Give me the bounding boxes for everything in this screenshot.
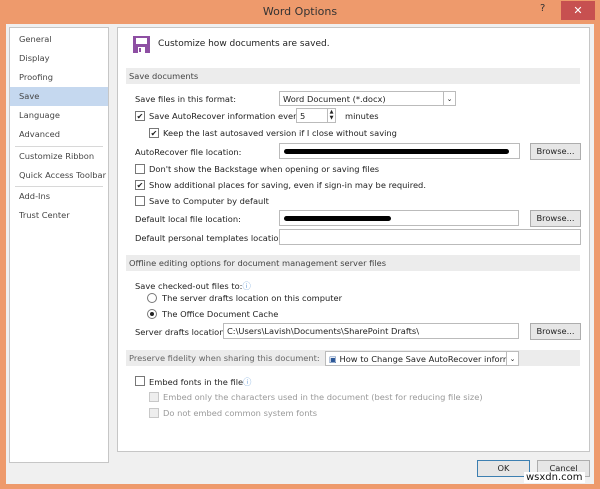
sidebar-item-add-ins[interactable]: Add-Ins: [10, 187, 108, 206]
backstage-label: Don't show the Backstage when opening or…: [149, 164, 380, 174]
keep-autosaved-label: Keep the last autosaved version if I clo…: [163, 128, 397, 138]
autorecover-label: Save AutoRecover information every: [149, 111, 302, 121]
embed-only-chars-label: Embed only the characters used in the do…: [163, 392, 483, 402]
spinner-arrows-icon[interactable]: ▲ ▼: [327, 109, 335, 122]
section-offline: Offline editing options for document man…: [126, 255, 580, 271]
chevron-down-icon: ⌄: [443, 92, 455, 105]
document-cache-radio-label: The Office Document Cache: [162, 309, 279, 319]
format-select[interactable]: Word Document (*.docx) ⌄: [279, 91, 456, 106]
keep-autosaved-checkbox[interactable]: ✔: [149, 128, 159, 138]
browse-local-button[interactable]: Browse...: [530, 210, 581, 227]
checked-out-label: Save checked-out files to:ⓘ: [135, 280, 251, 292]
drafts-location-label: Server drafts location:: [135, 327, 228, 337]
embed-fonts-checkbox[interactable]: [135, 376, 145, 386]
sidebar: General Display Proofing Save Language A…: [9, 27, 109, 463]
fidelity-document-select[interactable]: ▣ How to Change Save AutoRecover inform.…: [325, 351, 519, 366]
close-button[interactable]: ✕: [561, 1, 595, 20]
default-local-input[interactable]: [279, 210, 519, 226]
drafts-location-input[interactable]: C:\Users\Lavish\Documents\SharePoint Dra…: [223, 323, 519, 339]
sidebar-item-proofing[interactable]: Proofing: [10, 68, 108, 87]
format-value: Word Document (*.docx): [283, 94, 386, 104]
checked-out-text: Save checked-out files to:: [135, 281, 243, 291]
sidebar-item-advanced[interactable]: Advanced: [10, 125, 108, 144]
minutes-value: 5: [300, 111, 306, 121]
word-document-icon: ▣: [329, 354, 340, 364]
server-drafts-radio-label: The server drafts location on this compu…: [162, 293, 343, 303]
minutes-label: minutes: [345, 111, 379, 121]
page-heading: Customize how documents are saved.: [158, 39, 330, 49]
floppy-disk-icon: [133, 36, 150, 53]
info-icon: ⓘ: [243, 377, 252, 387]
additional-places-label: Show additional places for saving, even …: [149, 180, 426, 190]
embed-only-chars-checkbox[interactable]: [149, 392, 159, 402]
sidebar-item-language[interactable]: Language: [10, 106, 108, 125]
fidelity-document-value: How to Change Save AutoRecover inform...: [339, 354, 519, 364]
browse-autorecover-button[interactable]: Browse...: [530, 143, 581, 160]
sidebar-item-save[interactable]: Save: [10, 87, 108, 106]
format-label: Save files in this format:: [135, 94, 237, 104]
save-to-computer-label: Save to Computer by default: [149, 196, 269, 206]
redacted-path: [284, 149, 509, 154]
info-icon: ⓘ: [242, 281, 251, 291]
save-to-computer-checkbox[interactable]: [135, 196, 145, 206]
default-local-label: Default local file location:: [135, 214, 241, 224]
sidebar-item-customize-ribbon[interactable]: Customize Ribbon: [10, 147, 108, 166]
sidebar-item-general[interactable]: General: [10, 30, 108, 49]
document-cache-radio[interactable]: [147, 309, 157, 319]
no-common-fonts-label: Do not embed common system fonts: [163, 408, 318, 418]
backstage-checkbox[interactable]: [135, 164, 145, 174]
content-panel: Customize how documents are saved. Save …: [117, 27, 590, 452]
sidebar-item-display[interactable]: Display: [10, 49, 108, 68]
minutes-spinner[interactable]: 5 ▲ ▼: [296, 108, 336, 123]
sidebar-item-quick-access-toolbar[interactable]: Quick Access Toolbar: [10, 166, 108, 185]
embed-fonts-label: Embed fonts in the fileⓘ: [149, 376, 251, 388]
autorecover-location-label: AutoRecover file location:: [135, 147, 242, 157]
ok-button[interactable]: OK: [477, 460, 530, 477]
chevron-down-icon: ⌄: [506, 352, 518, 365]
sidebar-item-trust-center[interactable]: Trust Center: [10, 206, 108, 225]
no-common-fonts-checkbox[interactable]: [149, 408, 159, 418]
autorecover-location-input[interactable]: [279, 143, 520, 159]
server-drafts-radio[interactable]: [147, 293, 157, 303]
browse-drafts-button[interactable]: Browse...: [530, 323, 581, 340]
watermark: wsxdn.com: [524, 472, 585, 483]
embed-fonts-text: Embed fonts in the file: [149, 377, 244, 387]
section-save-documents: Save documents: [126, 68, 580, 84]
help-button[interactable]: ?: [540, 3, 545, 14]
window-title: Word Options: [262, 5, 338, 18]
templates-label: Default personal templates location:: [135, 233, 287, 243]
autorecover-checkbox[interactable]: ✔: [135, 111, 145, 121]
templates-input[interactable]: [279, 229, 581, 245]
redacted-path: [284, 216, 391, 221]
additional-places-checkbox[interactable]: ✔: [135, 180, 145, 190]
